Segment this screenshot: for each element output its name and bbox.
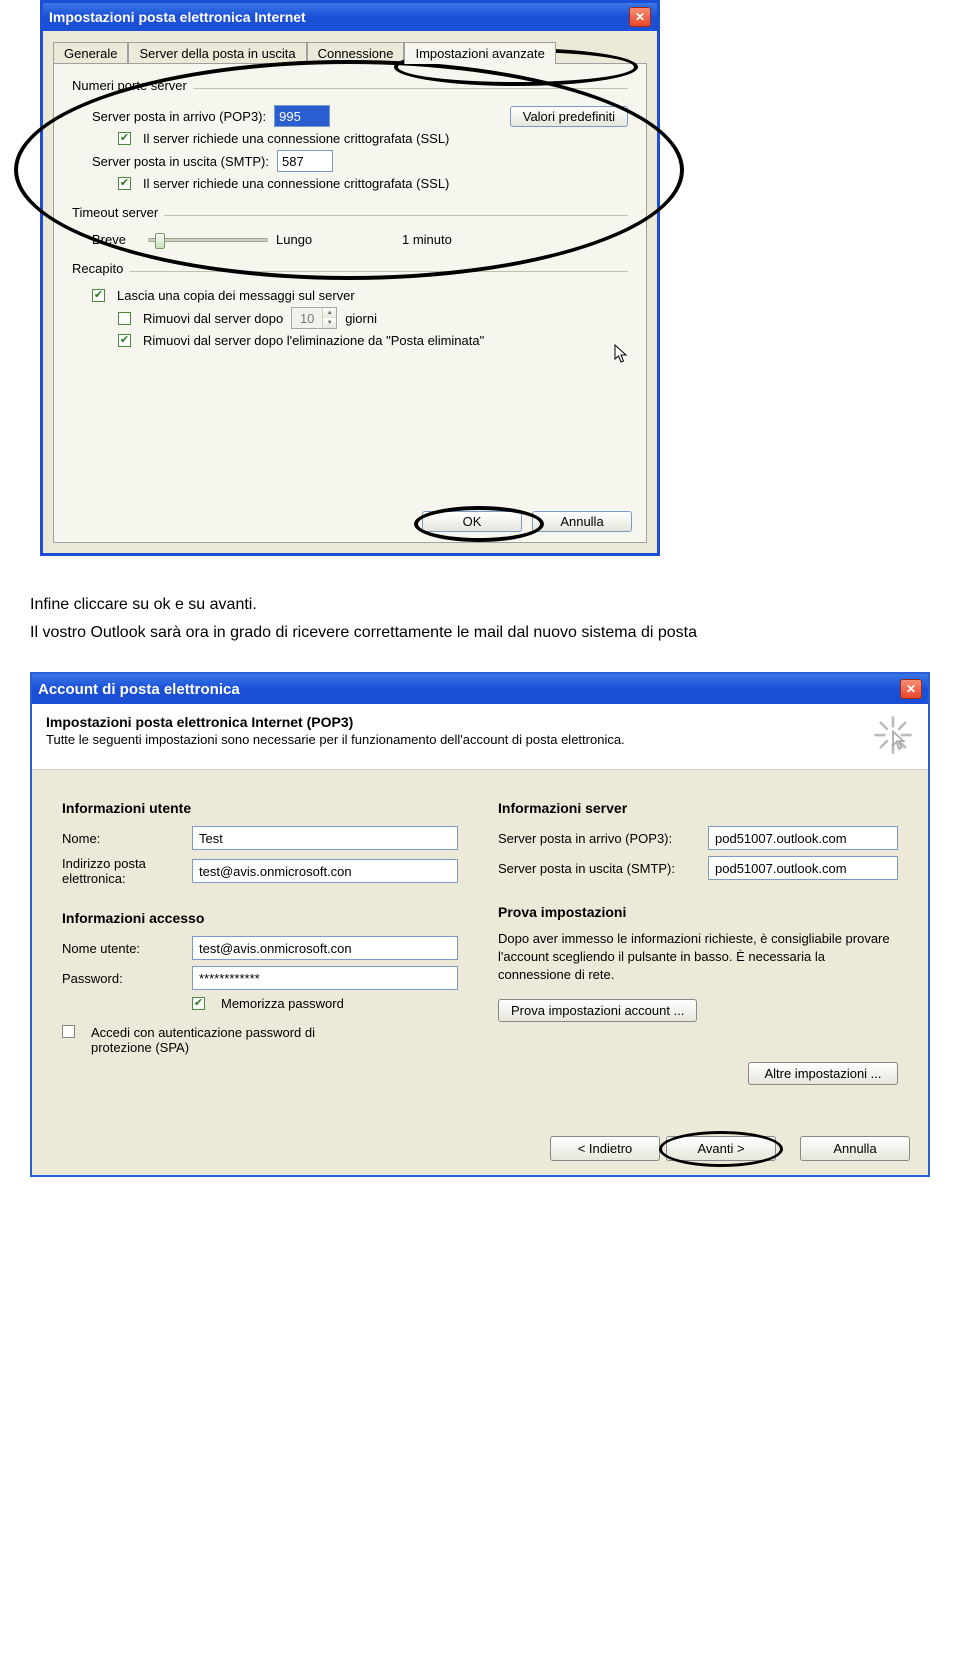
dialog2-header-subtitle: Tutte le seguenti impostazioni sono nece…: [46, 732, 625, 747]
next-button[interactable]: Avanti >: [666, 1136, 776, 1161]
back-button[interactable]: < Indietro: [550, 1136, 660, 1161]
defaults-button[interactable]: Valori predefiniti: [510, 106, 628, 127]
test-account-button[interactable]: Prova impostazioni account ...: [498, 999, 697, 1022]
test-settings-heading: Prova impostazioni: [498, 904, 898, 920]
outgoing-server-input[interactable]: [708, 856, 898, 880]
remember-password-label: Memorizza password: [221, 996, 344, 1011]
tabs-row: Generale Server della posta in uscita Co…: [53, 41, 647, 63]
remove-after-days-spinner[interactable]: ▲▼: [291, 307, 337, 329]
password-input[interactable]: [192, 966, 458, 990]
tab-outgoing-server[interactable]: Server della posta in uscita: [128, 42, 306, 64]
delivery-group-label: Recapito: [72, 261, 123, 276]
username-input[interactable]: [192, 936, 458, 960]
outgoing-port-input[interactable]: [277, 150, 333, 172]
ssl-incoming-checkbox[interactable]: ✔: [118, 132, 131, 145]
email-account-dialog: Account di posta elettronica ✕ Impostazi…: [30, 672, 930, 1177]
dialog2-titlebar: Account di posta elettronica ✕: [32, 674, 928, 704]
remove-after-label: Rimuovi dal server dopo: [143, 311, 283, 326]
more-settings-button[interactable]: Altre impostazioni ...: [748, 1062, 898, 1085]
close-button[interactable]: ✕: [900, 679, 922, 699]
server-info-heading: Informazioni server: [498, 800, 898, 816]
password-label: Password:: [62, 971, 182, 986]
advanced-tab-panel: Numeri porte server Server posta in arri…: [53, 63, 647, 543]
incoming-port-label: Server posta in arrivo (POP3):: [92, 109, 266, 124]
spinner-down-icon[interactable]: ▼: [323, 318, 336, 328]
user-info-heading: Informazioni utente: [62, 800, 458, 816]
timeout-value: 1 minuto: [402, 232, 452, 247]
remove-after-value: [292, 308, 322, 328]
spa-checkbox[interactable]: ✔: [62, 1025, 75, 1038]
timeout-long-label: Lungo: [276, 232, 346, 247]
outgoing-port-label: Server posta in uscita (SMTP):: [92, 154, 269, 169]
remove-after-checkbox[interactable]: ✔: [118, 312, 131, 325]
timeout-slider[interactable]: [148, 238, 268, 242]
instruction-text-1: Infine cliccare su ok e su avanti.: [30, 596, 930, 614]
ssl-incoming-label: Il server richiede una connessione critt…: [143, 131, 449, 146]
email-label: Indirizzo posta elettronica:: [62, 856, 182, 886]
dialog2-header: Impostazioni posta elettronica Internet …: [32, 704, 928, 770]
incoming-server-label: Server posta in arrivo (POP3):: [498, 831, 698, 846]
test-settings-text: Dopo aver immesso le informazioni richie…: [498, 930, 898, 985]
dialog1-titlebar: Impostazioni posta elettronica Internet …: [43, 3, 657, 31]
username-label: Nome utente:: [62, 941, 182, 956]
ssl-outgoing-checkbox[interactable]: ✔: [118, 177, 131, 190]
name-input[interactable]: [192, 826, 458, 850]
remove-after-days-label: giorni: [345, 311, 377, 326]
dialog1-title: Impostazioni posta elettronica Internet: [49, 9, 306, 25]
ok-button[interactable]: OK: [422, 511, 522, 532]
ports-group-label: Numeri porte server: [72, 78, 187, 93]
timeout-group-label: Timeout server: [72, 205, 158, 220]
tab-advanced[interactable]: Impostazioni avanzate: [404, 42, 555, 64]
dialog2-header-title: Impostazioni posta elettronica Internet …: [46, 714, 625, 730]
spinner-up-icon[interactable]: ▲: [323, 308, 336, 318]
outgoing-server-label: Server posta in uscita (SMTP):: [498, 861, 698, 876]
cancel-button[interactable]: Annulla: [532, 511, 632, 532]
star-cursor-icon: [872, 714, 914, 759]
name-label: Nome:: [62, 831, 182, 846]
tab-general[interactable]: Generale: [53, 42, 128, 64]
tab-connection[interactable]: Connessione: [307, 42, 405, 64]
incoming-server-input[interactable]: [708, 826, 898, 850]
advanced-settings-dialog: Impostazioni posta elettronica Internet …: [40, 0, 660, 556]
timeout-short-label: Breve: [92, 232, 140, 247]
instruction-text-2: Il vostro Outlook sarà ora in grado di r…: [30, 624, 930, 642]
dialog2-title: Account di posta elettronica: [38, 681, 240, 698]
leave-copy-checkbox[interactable]: ✔: [92, 289, 105, 302]
spa-label: Accedi con autenticazione password di pr…: [91, 1025, 371, 1055]
leave-copy-label: Lascia una copia dei messaggi sul server: [117, 288, 355, 303]
email-input[interactable]: [192, 859, 458, 883]
cancel-button-2[interactable]: Annulla: [800, 1136, 910, 1161]
remove-on-delete-label: Rimuovi dal server dopo l'eliminazione d…: [143, 333, 484, 348]
remove-on-delete-checkbox[interactable]: ✔: [118, 334, 131, 347]
ssl-outgoing-label: Il server richiede una connessione critt…: [143, 176, 449, 191]
remember-password-checkbox[interactable]: ✔: [192, 997, 205, 1010]
access-info-heading: Informazioni accesso: [62, 910, 458, 926]
close-button[interactable]: ✕: [629, 7, 651, 27]
incoming-port-input[interactable]: [274, 105, 330, 127]
